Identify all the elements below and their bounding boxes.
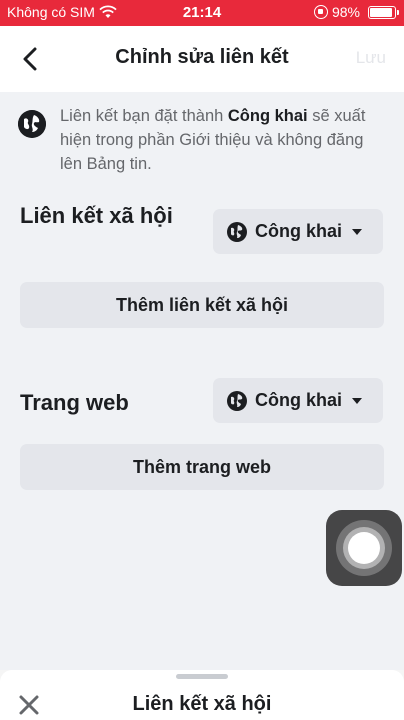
social-privacy-button[interactable]: Công khai <box>213 209 383 254</box>
save-button[interactable]: Lưu <box>356 48 386 68</box>
add-website-button[interactable]: Thêm trang web <box>20 444 384 490</box>
social-privacy-label: Công khai <box>255 221 343 241</box>
status-right: 98% <box>313 4 399 20</box>
website-privacy-label: Công khai <box>255 390 343 410</box>
info-text-before: Liên kết bạn đặt thành <box>60 107 228 125</box>
bottom-sheet: Liên kết xã hội <box>0 670 404 720</box>
sheet-title: Liên kết xã hội <box>132 693 272 715</box>
battery-percent: 98% <box>331 4 360 20</box>
website-privacy-button[interactable]: Công khai <box>213 378 383 423</box>
battery-fill <box>370 7 392 17</box>
add-social-link-button[interactable]: Thêm liên kết xã hội <box>20 282 384 328</box>
caret-down-icon <box>352 228 363 235</box>
sheet-drag-handle[interactable] <box>176 674 228 679</box>
globe-icon <box>227 221 247 242</box>
info-text: Liên kết bạn đặt thành Công khai sẽ xuất… <box>60 104 388 176</box>
status-bar: Không có SIM 21:14 98% <box>0 0 404 26</box>
battery-icon <box>368 5 399 19</box>
page-title: Chỉnh sửa liên kết <box>115 46 289 68</box>
website-section-title: Trang web <box>20 390 129 415</box>
social-section-title: Liên kết xã hội <box>20 203 173 228</box>
assistive-touch-button[interactable] <box>326 510 402 586</box>
header: Chỉnh sửa liên kết Lưu <box>0 26 404 92</box>
info-notice: Liên kết bạn đặt thành Công khai sẽ xuất… <box>18 98 388 176</box>
globe-icon <box>227 390 247 411</box>
globe-icon <box>18 110 46 138</box>
orientation-lock-icon <box>313 5 328 19</box>
caret-down-icon <box>352 397 363 404</box>
info-text-bold: Công khai <box>227 107 308 125</box>
